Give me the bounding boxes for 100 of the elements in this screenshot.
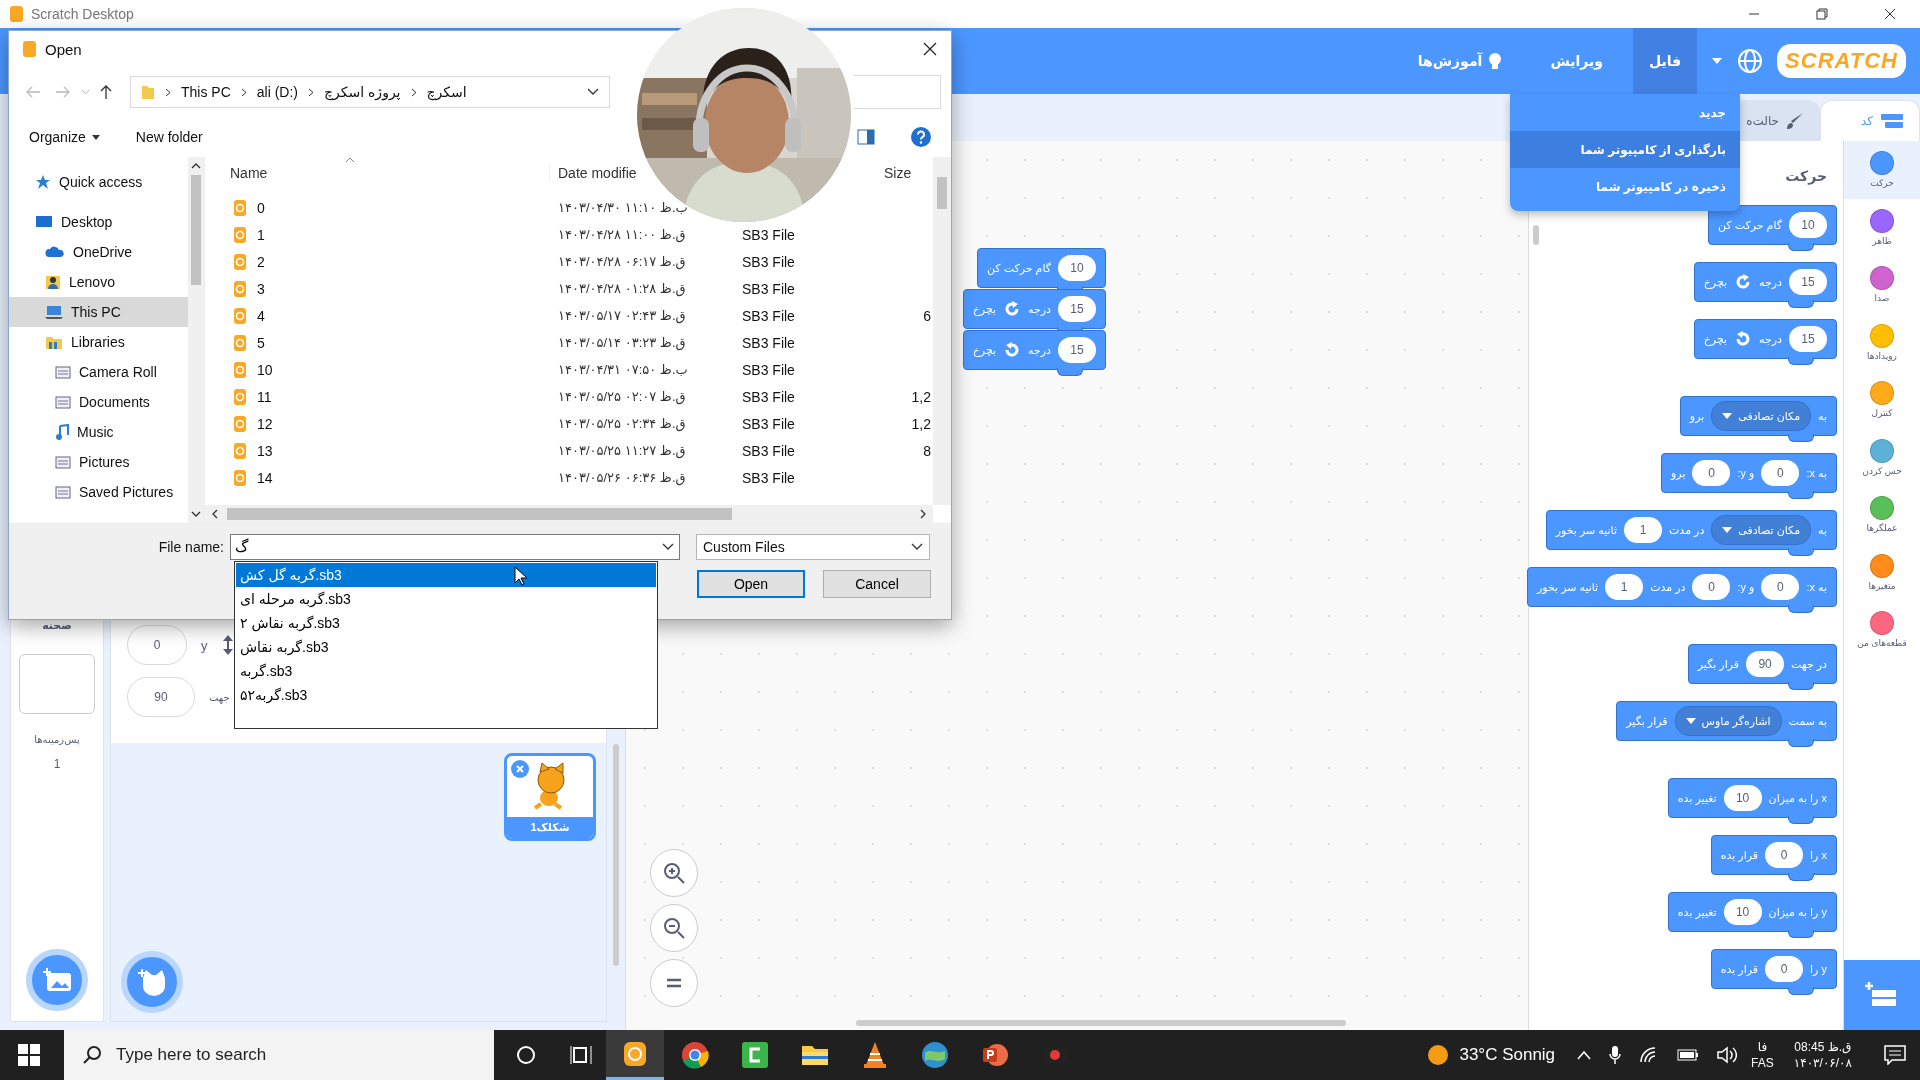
block-dropdown[interactable]: مکان تصادفی (1711, 515, 1812, 545)
globe-icon[interactable] (1737, 48, 1764, 74)
path-segment[interactable]: اسکرچ (426, 84, 467, 100)
clock[interactable]: 08:45 ق.ظ ۱۴۰۳/۰۶/۰۸ (1793, 1039, 1852, 1071)
path-segment[interactable]: پروژه اسکرچ (324, 84, 401, 100)
nav-item[interactable]: Saved Pictures (9, 477, 188, 507)
number-input[interactable]: 1 (1624, 517, 1662, 543)
scrollbar[interactable] (613, 744, 619, 966)
scrollbar[interactable] (1533, 225, 1539, 245)
menu-item[interactable]: فایل (1632, 28, 1698, 94)
nav-item[interactable]: OneDrive (9, 237, 188, 267)
file-item[interactable]: 2 (205, 252, 550, 271)
new-folder-button[interactable]: New folder (135, 129, 203, 145)
delete-icon[interactable] (511, 760, 529, 778)
cancel-button[interactable]: Cancel (823, 570, 931, 598)
scrollbar[interactable] (191, 175, 201, 285)
number-input[interactable]: 15 (1058, 296, 1096, 322)
nav-item[interactable]: Lenovo (9, 267, 188, 297)
nav-item[interactable]: Documents (9, 387, 188, 417)
search-field[interactable] (854, 75, 941, 109)
block-dropdown[interactable]: اشاره‌گر ماوس (1674, 706, 1782, 736)
category-item[interactable]: حرکت (1844, 141, 1920, 199)
file-item[interactable]: 12 (205, 414, 550, 433)
number-input[interactable]: 0 (1765, 956, 1804, 982)
scrollbar[interactable] (856, 1020, 1346, 1026)
category-item[interactable]: رویدادها (1844, 313, 1920, 371)
file-item[interactable]: 10 (205, 360, 550, 379)
scrollbar[interactable] (937, 177, 947, 209)
number-input[interactable]: 15 (1789, 326, 1827, 352)
category-item[interactable]: قطعه‌های من (1844, 601, 1920, 659)
reset-zoom-button[interactable] (650, 959, 698, 1007)
nav-item[interactable]: Libraries (9, 327, 188, 357)
chevron-up-icon[interactable] (1577, 1050, 1592, 1060)
windows-icon[interactable] (18, 1044, 40, 1066)
category-item[interactable]: عملگرها (1844, 486, 1920, 544)
file-item[interactable]: 5 (205, 333, 550, 352)
help-icon[interactable] (911, 127, 931, 147)
number-input[interactable]: 0 (1692, 574, 1731, 600)
file-item[interactable]: 11 (205, 387, 550, 406)
number-input[interactable]: 15 (1058, 337, 1096, 363)
path-segment[interactable]: ali (D:) (256, 84, 299, 100)
file-type-dropdown[interactable]: Custom Files (696, 534, 930, 560)
backdrop-thumbnail[interactable] (19, 654, 95, 714)
path-segment[interactable]: This PC (181, 84, 231, 100)
number-input[interactable]: 15 (1789, 269, 1827, 295)
nav-item[interactable]: This PC (9, 297, 188, 327)
category-item[interactable]: ظاهر (1844, 198, 1920, 256)
close-icon[interactable] (1884, 8, 1896, 20)
column-header[interactable]: Name (205, 165, 550, 181)
taskbar-app[interactable] (606, 1030, 664, 1080)
number-input[interactable]: 0 (1761, 574, 1800, 600)
up-arrow-icon[interactable] (100, 84, 112, 100)
column-header[interactable]: Size (876, 165, 933, 181)
scroll-left-icon[interactable] (211, 509, 219, 519)
file-item[interactable]: 13 (205, 441, 550, 460)
search-field[interactable]: Type here to search (64, 1030, 494, 1080)
battery-icon[interactable] (1677, 1049, 1700, 1061)
add-extension-button[interactable] (1844, 960, 1920, 1030)
file-item[interactable]: 0 (205, 198, 550, 217)
suggestion-item[interactable]: گربه گل کش.sb3 (236, 563, 656, 587)
category-item[interactable]: حس کردن (1844, 428, 1920, 486)
volume-icon[interactable] (1717, 1046, 1738, 1064)
nav-item[interactable]: Pictures (9, 447, 188, 477)
number-input[interactable]: 0 (1761, 460, 1800, 486)
category-item[interactable]: متغیرها (1844, 543, 1920, 601)
number-input[interactable]: 10 (1789, 212, 1827, 238)
notifications-icon[interactable] (1884, 1045, 1906, 1065)
open-button[interactable]: Open (697, 570, 805, 598)
close-icon[interactable] (923, 42, 937, 56)
number-input[interactable]: 90 (1746, 651, 1785, 677)
nav-item[interactable]: Quick access (9, 167, 188, 197)
chevron-down-icon[interactable] (587, 88, 599, 96)
number-input[interactable]: 10 (1058, 255, 1096, 281)
sun-icon[interactable] (1427, 1044, 1450, 1066)
task-view-icon[interactable] (570, 1045, 592, 1065)
weather-text[interactable]: 33°C Sonnig (1459, 1045, 1556, 1065)
scrollbar[interactable] (227, 508, 732, 520)
file-item[interactable]: 3 (205, 279, 550, 298)
caret-icon[interactable] (1711, 57, 1724, 65)
scroll-down-icon[interactable] (191, 511, 201, 517)
restore-icon[interactable] (1816, 8, 1828, 20)
nav-item[interactable]: Desktop (9, 207, 188, 237)
circle-icon[interactable] (516, 1045, 536, 1065)
block-dropdown[interactable]: مکان تصادفی (1711, 401, 1812, 431)
zoom-out-button[interactable] (650, 904, 698, 952)
scroll-right-icon[interactable] (919, 509, 927, 519)
number-input[interactable]: 0 (1765, 842, 1804, 868)
file-item[interactable]: 14 (205, 468, 550, 487)
zoom-in-button[interactable] (650, 849, 698, 897)
number-input[interactable]: 10 (1723, 899, 1762, 925)
category-item[interactable]: کنترل (1844, 371, 1920, 429)
number-input[interactable]: 10 (1723, 785, 1762, 811)
number-input[interactable]: 0 (1692, 460, 1731, 486)
nav-item[interactable]: Music (9, 417, 188, 447)
microphone-icon[interactable] (1609, 1045, 1622, 1065)
organize-menu[interactable]: Organize (29, 129, 100, 145)
category-item[interactable]: صدا (1844, 256, 1920, 314)
number-input[interactable]: 1 (1605, 574, 1644, 600)
scroll-up-icon[interactable] (191, 163, 201, 169)
file-item[interactable]: 1 (205, 225, 550, 244)
